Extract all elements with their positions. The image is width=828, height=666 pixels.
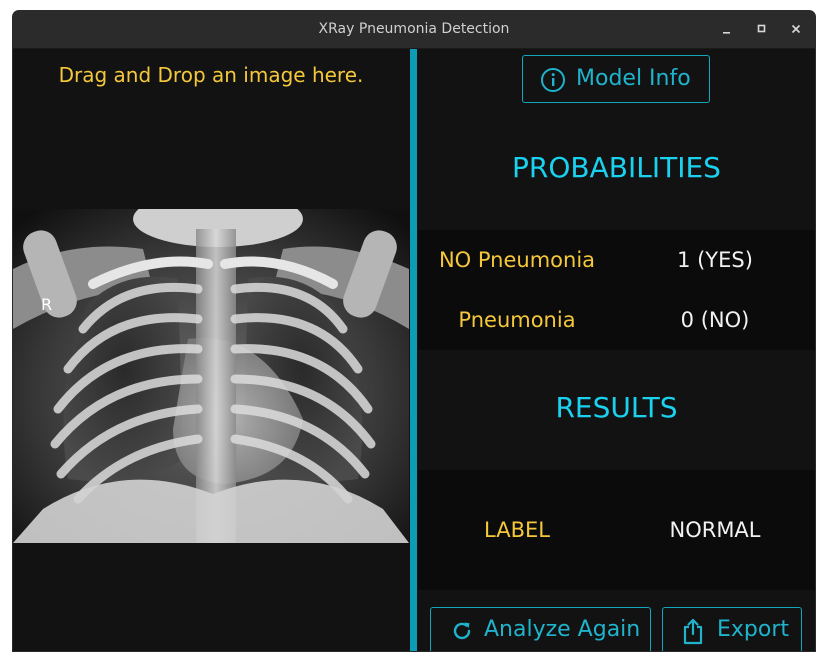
refresh-icon [450, 619, 474, 649]
prob-value-no-pneumonia: 1 (YES) [677, 248, 753, 272]
xray-side-marker: R [41, 295, 52, 314]
maximize-icon [757, 24, 766, 33]
prob-label-pneumonia: Pneumonia [458, 308, 576, 332]
result-label-box: LABEL NORMAL [418, 470, 815, 590]
analyze-again-label: Analyze Again [484, 617, 641, 642]
app-window: XRay Pneumonia Detection Drag and Drop a… [13, 11, 815, 651]
export-label: Export [717, 617, 790, 642]
prob-value-pneumonia: 0 (NO) [680, 308, 750, 332]
drop-instruction: Drag and Drop an image here. [58, 63, 364, 87]
probabilities-heading: PROBABILITIES [512, 151, 721, 184]
share-export-icon [681, 617, 705, 651]
close-button[interactable] [785, 19, 807, 41]
minimize-button[interactable] [716, 19, 738, 41]
close-icon [791, 24, 801, 34]
model-info-button[interactable]: Model Info [522, 55, 710, 103]
probabilities-table: NO Pneumonia 1 (YES) Pneumonia 0 (NO) [418, 230, 815, 350]
xray-image: R [13, 209, 409, 543]
maximize-button[interactable] [751, 19, 773, 41]
results-panel: Model Info PROBABILITIES NO Pneumonia 1 … [418, 49, 815, 651]
analyze-again-button[interactable]: Analyze Again [430, 607, 651, 651]
title-bar[interactable]: XRay Pneumonia Detection [13, 11, 815, 49]
image-drop-zone[interactable]: Drag and Drop an image here. R [13, 49, 409, 651]
results-heading: RESULTS [555, 391, 678, 424]
window-title: XRay Pneumonia Detection [318, 21, 510, 37]
result-label: LABEL [484, 518, 550, 542]
model-info-label: Model Info [576, 66, 691, 91]
result-value: NORMAL [669, 518, 761, 542]
export-button[interactable]: Export [662, 607, 802, 651]
minimize-icon [723, 32, 730, 34]
pane-splitter[interactable] [410, 49, 417, 651]
prob-label-no-pneumonia: NO Pneumonia [438, 248, 596, 272]
info-icon [540, 67, 566, 99]
